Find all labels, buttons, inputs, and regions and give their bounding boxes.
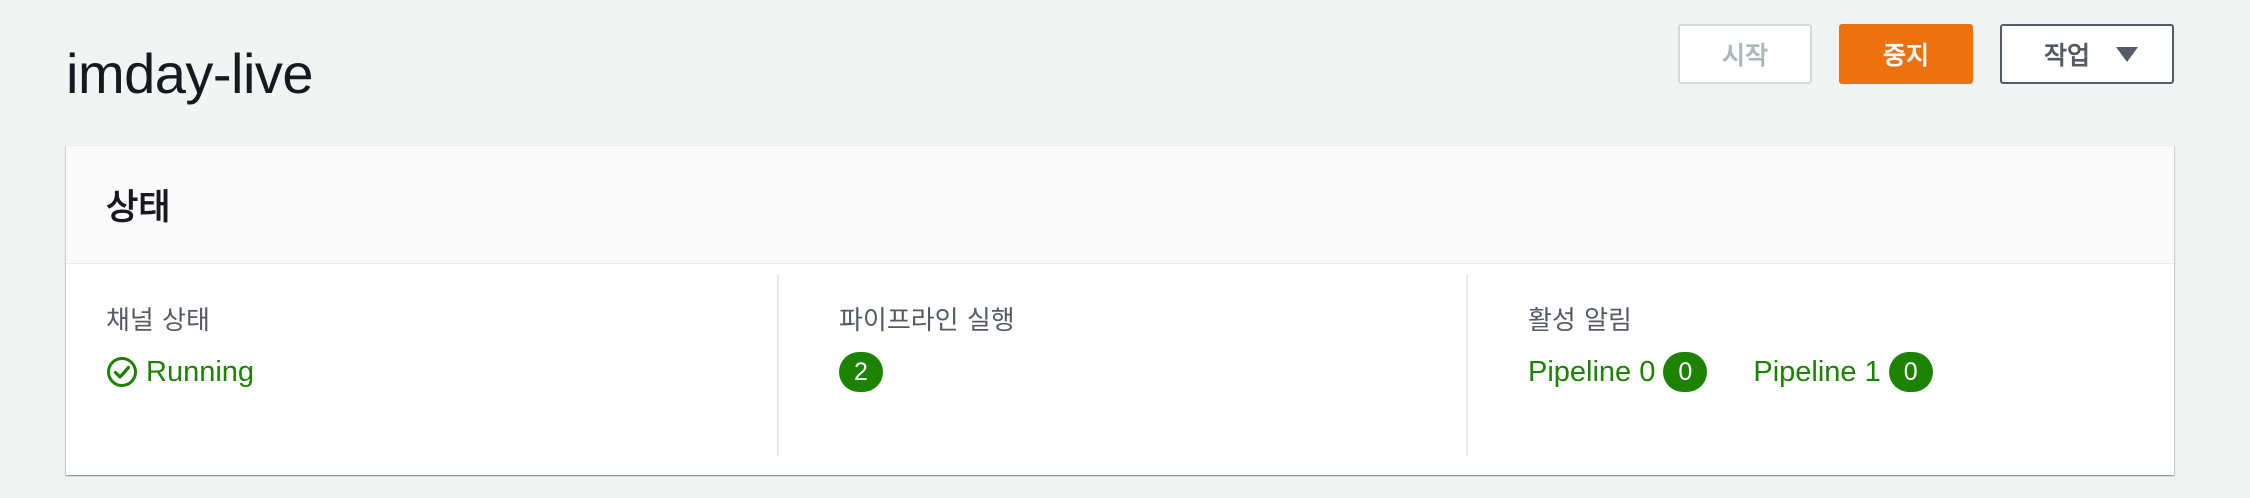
status-panel-title: 상태 (106, 188, 171, 228)
pipeline-0-alert: Pipeline 0 0 (1528, 352, 1708, 392)
header-actions: 시작 중지 작업 (1678, 24, 2174, 84)
channel-state-value: Running (146, 356, 255, 388)
status-panel-header: 상태 (66, 146, 2174, 264)
caret-down-icon (2116, 46, 2138, 62)
pipelines-running-column: 파이프라인 실행 2 (777, 274, 1466, 456)
active-alerts-column: 활성 알림 Pipeline 0 0 Pipeline 1 0 (1466, 274, 2172, 456)
pipeline-0-link[interactable]: Pipeline 0 (1528, 352, 1655, 392)
status-panel-body: 채널 상태 Running 파이프라인 실행 2 활성 알림 Pipeline … (66, 264, 2174, 464)
actions-dropdown-button[interactable]: 작업 (2000, 24, 2174, 84)
pipelines-running-count-badge: 2 (839, 352, 883, 392)
pipeline-1-alert-count-badge: 0 (1888, 352, 1933, 392)
pipeline-0-alert-count-badge: 0 (1663, 352, 1708, 392)
channel-state-column: 채널 상태 Running (66, 274, 777, 456)
pipelines-running-row: 2 (839, 352, 1466, 392)
pipeline-1-alert: Pipeline 1 0 (1753, 352, 1933, 392)
start-button[interactable]: 시작 (1678, 24, 1812, 84)
page-title: imday-live (66, 42, 314, 105)
active-alerts-list: Pipeline 0 0 Pipeline 1 0 (1528, 352, 2172, 392)
check-circle-icon (106, 356, 138, 388)
actions-dropdown-label: 작업 (2043, 41, 2090, 70)
channel-state-label: 채널 상태 (106, 306, 210, 336)
status-panel: 상태 채널 상태 Running 파이프라인 실행 2 활성 알림 Pipeli… (66, 145, 2174, 475)
pipelines-running-label: 파이프라인 실행 (839, 306, 1015, 336)
channel-state-status: Running (106, 352, 777, 392)
pipeline-1-link[interactable]: Pipeline 1 (1753, 352, 1880, 392)
active-alerts-label: 활성 알림 (1528, 306, 1632, 336)
stop-button[interactable]: 중지 (1839, 24, 1973, 84)
